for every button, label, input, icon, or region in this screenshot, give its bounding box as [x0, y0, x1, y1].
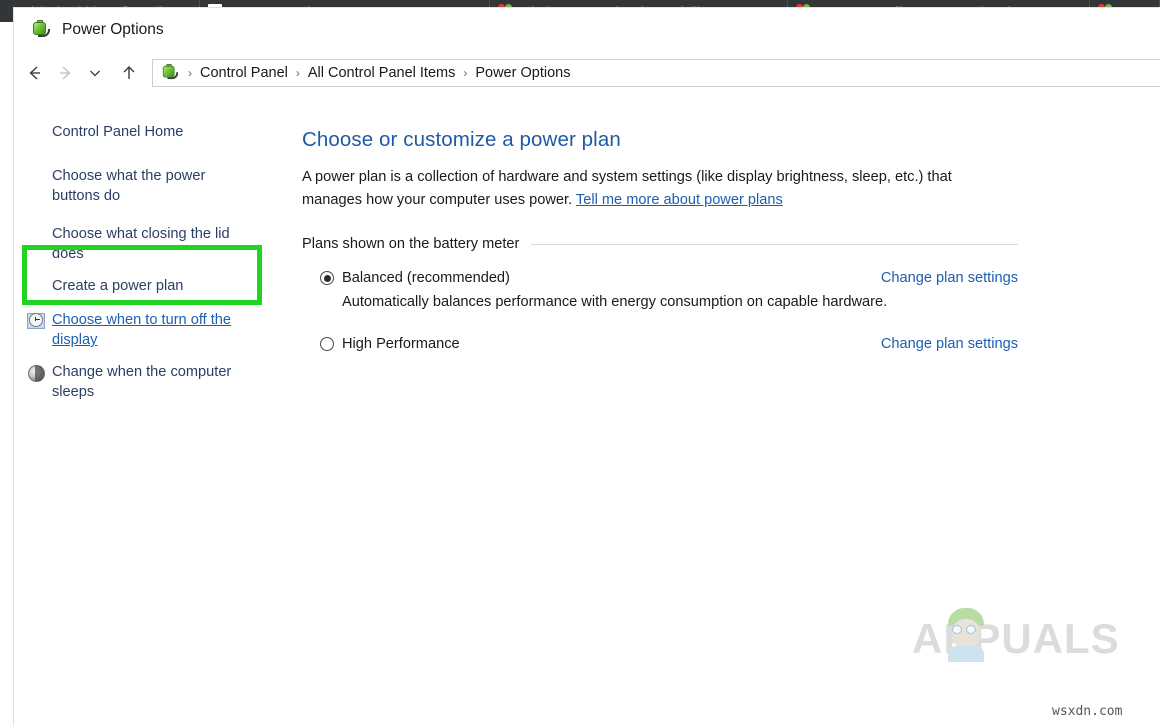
sidebar-item-label: Choose what closing the lid does: [52, 224, 248, 264]
navigation-bar: › Control Panel › All Control Panel Item…: [14, 52, 1160, 94]
power-battery-icon: [30, 20, 52, 40]
radio-high-performance[interactable]: [320, 337, 334, 351]
screen: (2) - lrashid984@gmail.com ✕ Notes - Goo…: [0, 0, 1160, 726]
sidebar-item-computer-sleeps[interactable]: Change when the computer sleeps: [14, 362, 286, 402]
back-icon[interactable]: [20, 58, 50, 88]
plan-name: Balanced (recommended): [342, 268, 881, 288]
breadcrumb-separator: ›: [291, 67, 305, 79]
power-options-window: Power Options › Control P: [14, 8, 1160, 726]
sidebar-item-label: Create a power plan: [52, 276, 183, 296]
change-plan-settings-link[interactable]: Change plan settings: [881, 334, 1018, 354]
address-bar[interactable]: › Control Panel › All Control Panel Item…: [152, 59, 1160, 87]
page-title: Choose or customize a power plan: [302, 128, 1160, 152]
forward-icon: [50, 58, 80, 88]
sidebar-item-closing-lid[interactable]: Choose what closing the lid does: [14, 224, 286, 264]
radio-balanced[interactable]: [320, 271, 334, 285]
sidebar-item-power-buttons[interactable]: Choose what the power buttons do: [14, 166, 286, 206]
clock-icon: [26, 312, 48, 332]
breadcrumb-separator: ›: [183, 67, 197, 79]
sidebar-item-turn-off-display[interactable]: Choose when to turn off the display: [14, 310, 286, 350]
window-title-bar: Power Options: [14, 8, 1160, 52]
change-plan-settings-link[interactable]: Change plan settings: [881, 268, 1018, 288]
sidebar-item-label: Choose what the power buttons do: [52, 166, 248, 206]
power-battery-icon: [160, 64, 180, 82]
breadcrumb-separator: ›: [458, 67, 472, 79]
plan-description: Automatically balances performance with …: [342, 292, 1160, 312]
chevron-down-icon[interactable]: [80, 58, 110, 88]
window-title: Power Options: [62, 21, 164, 39]
plan-row-balanced[interactable]: Balanced (recommended) Change plan setti…: [302, 268, 1018, 288]
breadcrumb-power-options[interactable]: Power Options: [472, 65, 573, 81]
plans-group-label: Plans shown on the battery meter: [302, 236, 519, 252]
breadcrumb-control-panel[interactable]: Control Panel: [197, 65, 291, 81]
sidebar-item-control-panel-home[interactable]: Control Panel Home: [14, 122, 286, 144]
moon-sleep-icon: [26, 364, 48, 384]
sidebar-item-label: Control Panel Home: [52, 122, 183, 142]
sidebar: Control Panel Home Choose what the power…: [14, 94, 286, 726]
sidebar-item-label: Choose when to turn off the display: [52, 310, 248, 350]
up-icon[interactable]: [114, 58, 144, 88]
sidebar-item-create-power-plan[interactable]: Create a power plan: [14, 276, 286, 298]
page-description: A power plan is a collection of hardware…: [302, 166, 972, 212]
site-watermark: wsxdn.com: [1052, 704, 1122, 719]
tell-me-more-link[interactable]: Tell me more about power plans: [576, 192, 783, 208]
breadcrumb-all-items[interactable]: All Control Panel Items: [305, 65, 458, 81]
main-pane: Choose or customize a power plan A power…: [286, 94, 1160, 726]
plan-row-high-performance[interactable]: High Performance Change plan settings: [302, 334, 1018, 354]
sidebar-item-label: Change when the computer sleeps: [52, 362, 248, 402]
plans-group-header: Plans shown on the battery meter: [302, 236, 1018, 252]
window-content: Control Panel Home Choose what the power…: [14, 94, 1160, 726]
divider: [531, 244, 1018, 245]
plan-name: High Performance: [342, 334, 881, 354]
